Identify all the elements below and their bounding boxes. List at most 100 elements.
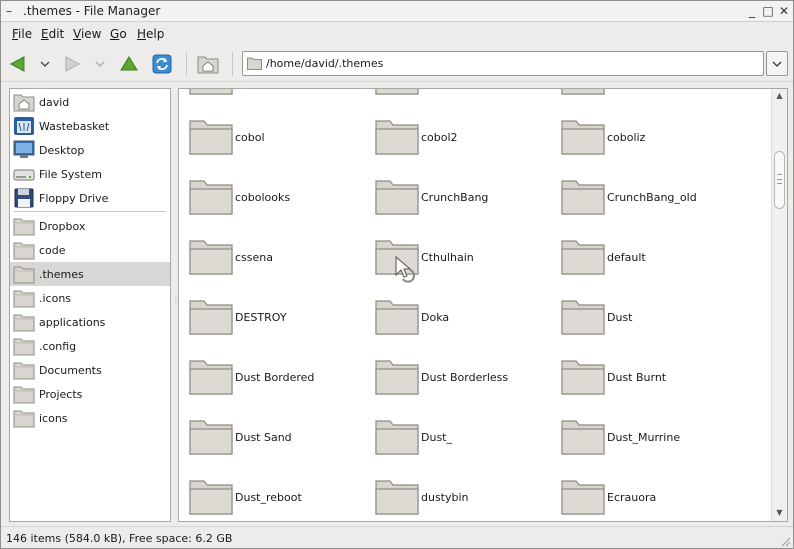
file-item[interactable]: DESTROY — [179, 295, 365, 339]
close-button[interactable]: ✕ — [777, 3, 791, 19]
scroll-down-arrow[interactable]: ▼ — [772, 506, 787, 520]
file-item[interactable]: cobolooks — [179, 175, 365, 219]
folder-icon — [561, 477, 605, 517]
resize-grip-icon[interactable] — [779, 535, 791, 547]
file-item[interactable] — [551, 89, 737, 99]
sidebar-item-label: .icons — [39, 291, 72, 305]
file-name: cobolooks — [235, 190, 291, 204]
minimize-button[interactable]: _ — [745, 3, 759, 19]
title-bar[interactable]: – .themes - File Manager _ □ ✕ — [1, 1, 793, 22]
sidebar-separator — [14, 211, 166, 212]
file-item[interactable]: coboliz — [551, 115, 737, 159]
sidebar-bookmark-icons[interactable]: icons — [10, 406, 170, 430]
forward-button[interactable] — [61, 53, 83, 75]
file-item[interactable]: Dust Burnt — [551, 355, 737, 399]
menu-file[interactable]: File — [12, 27, 32, 41]
back-history-dropdown[interactable] — [39, 56, 51, 72]
file-name: CrunchBang — [421, 190, 489, 204]
refresh-button[interactable] — [151, 53, 173, 75]
file-item[interactable]: Dust Bordered — [179, 355, 365, 399]
sidebar-bookmark-dropbox[interactable]: Dropbox — [10, 214, 170, 238]
folder-icon — [375, 477, 419, 517]
forward-history-dropdown[interactable] — [94, 56, 106, 72]
sidebar-item-file-system[interactable]: File System — [10, 162, 170, 186]
folder-icon — [561, 417, 605, 457]
sidebar-bookmark-projects[interactable]: Projects — [10, 382, 170, 406]
pane-resize-handle[interactable]: ⋮ — [172, 296, 180, 308]
sidebar-bookmark-code[interactable]: code — [10, 238, 170, 262]
file-item[interactable]: CrunchBang — [365, 175, 551, 219]
file-manager-window: – .themes - File Manager _ □ ✕ File Edit… — [0, 0, 794, 549]
sidebar-item-label: .config — [39, 339, 77, 353]
home-folder-icon — [13, 92, 35, 112]
sidebar-bookmark-dot-config[interactable]: .config — [10, 334, 170, 358]
file-item[interactable]: cobol2 — [365, 115, 551, 159]
file-item[interactable]: cobol — [179, 115, 365, 159]
side-pane: david Wastebasket Desktop File System Floppy… — [9, 88, 171, 522]
file-item[interactable]: dustybin — [365, 475, 551, 519]
file-item[interactable]: CrunchBang_old — [551, 175, 737, 219]
sidebar-item-desktop[interactable]: Desktop — [10, 138, 170, 162]
trash-icon — [13, 116, 35, 136]
sidebar-item-label: File System — [39, 167, 102, 181]
file-item[interactable]: Dust Borderless — [365, 355, 551, 399]
sidebar-item-label: david — [39, 95, 70, 109]
sidebar-item-floppy-drive[interactable]: Floppy Drive — [10, 186, 170, 210]
toolbar: /home/david/.themes — [1, 46, 793, 82]
back-button[interactable] — [7, 53, 29, 75]
sidebar-item-wastebasket[interactable]: Wastebasket — [10, 114, 170, 138]
folder-icon — [189, 117, 233, 157]
sidebar-bookmark-dot-themes[interactable]: .themes — [10, 262, 170, 286]
location-history-dropdown[interactable] — [766, 51, 788, 76]
file-name: CrunchBang_old — [607, 190, 697, 204]
file-item[interactable]: Cthulhain — [365, 235, 551, 279]
file-item[interactable]: cssena — [179, 235, 365, 279]
file-item[interactable]: Dust_reboot — [179, 475, 365, 519]
file-item[interactable]: Dust_ — [365, 415, 551, 459]
home-button[interactable] — [197, 53, 219, 75]
menu-help[interactable]: Help — [137, 27, 164, 41]
up-button[interactable] — [118, 53, 140, 75]
file-name: Dust Sand — [235, 430, 292, 444]
toolbar-separator — [232, 52, 233, 76]
folder-icon — [561, 89, 605, 97]
folder-icon — [189, 89, 233, 97]
file-item[interactable]: Dust_Murrine — [551, 415, 737, 459]
vertical-scrollbar[interactable]: ▲ ▼ — [771, 89, 787, 521]
folder-icon — [189, 237, 233, 277]
file-name: Dust Borderless — [421, 370, 509, 384]
scroll-up-arrow[interactable]: ▲ — [772, 89, 787, 103]
menu-go[interactable]: Go — [110, 27, 127, 41]
menu-view[interactable]: View — [73, 27, 101, 41]
folder-icon — [375, 417, 419, 457]
file-item[interactable]: Dust — [551, 295, 737, 339]
sidebar-item-david[interactable]: david — [10, 90, 170, 114]
menu-edit[interactable]: Edit — [41, 27, 64, 41]
file-item[interactable]: Ecrauora — [551, 475, 737, 519]
file-item[interactable] — [179, 89, 365, 99]
file-name: cobol — [235, 130, 265, 144]
status-text: 146 items (584.0 kB), Free space: 6.2 GB — [6, 532, 233, 545]
file-item[interactable]: default — [551, 235, 737, 279]
sidebar-item-label: applications — [39, 315, 106, 329]
folder-icon — [13, 312, 35, 332]
chevron-down-icon — [40, 61, 50, 67]
scroll-thumb[interactable] — [774, 151, 785, 209]
location-path[interactable]: /home/david/.themes — [266, 57, 383, 70]
folder-icon — [189, 357, 233, 397]
sidebar-item-label: Desktop — [39, 143, 85, 157]
file-item[interactable]: Dust Sand — [179, 415, 365, 459]
maximize-button[interactable]: □ — [761, 3, 775, 19]
location-bar[interactable]: /home/david/.themes — [242, 51, 764, 76]
folder-icon — [561, 177, 605, 217]
file-item[interactable] — [365, 89, 551, 99]
sidebar-bookmark-applications[interactable]: applications — [10, 310, 170, 334]
file-item[interactable]: Doka — [365, 295, 551, 339]
sidebar-bookmark-dot-icons[interactable]: .icons — [10, 286, 170, 310]
forward-arrow-icon — [65, 56, 81, 72]
drive-icon — [13, 164, 35, 184]
folder-icon — [561, 237, 605, 277]
window-menu-icon[interactable]: – — [6, 5, 16, 17]
sidebar-bookmark-documents[interactable]: Documents — [10, 358, 170, 382]
chevron-down-icon — [772, 61, 782, 67]
